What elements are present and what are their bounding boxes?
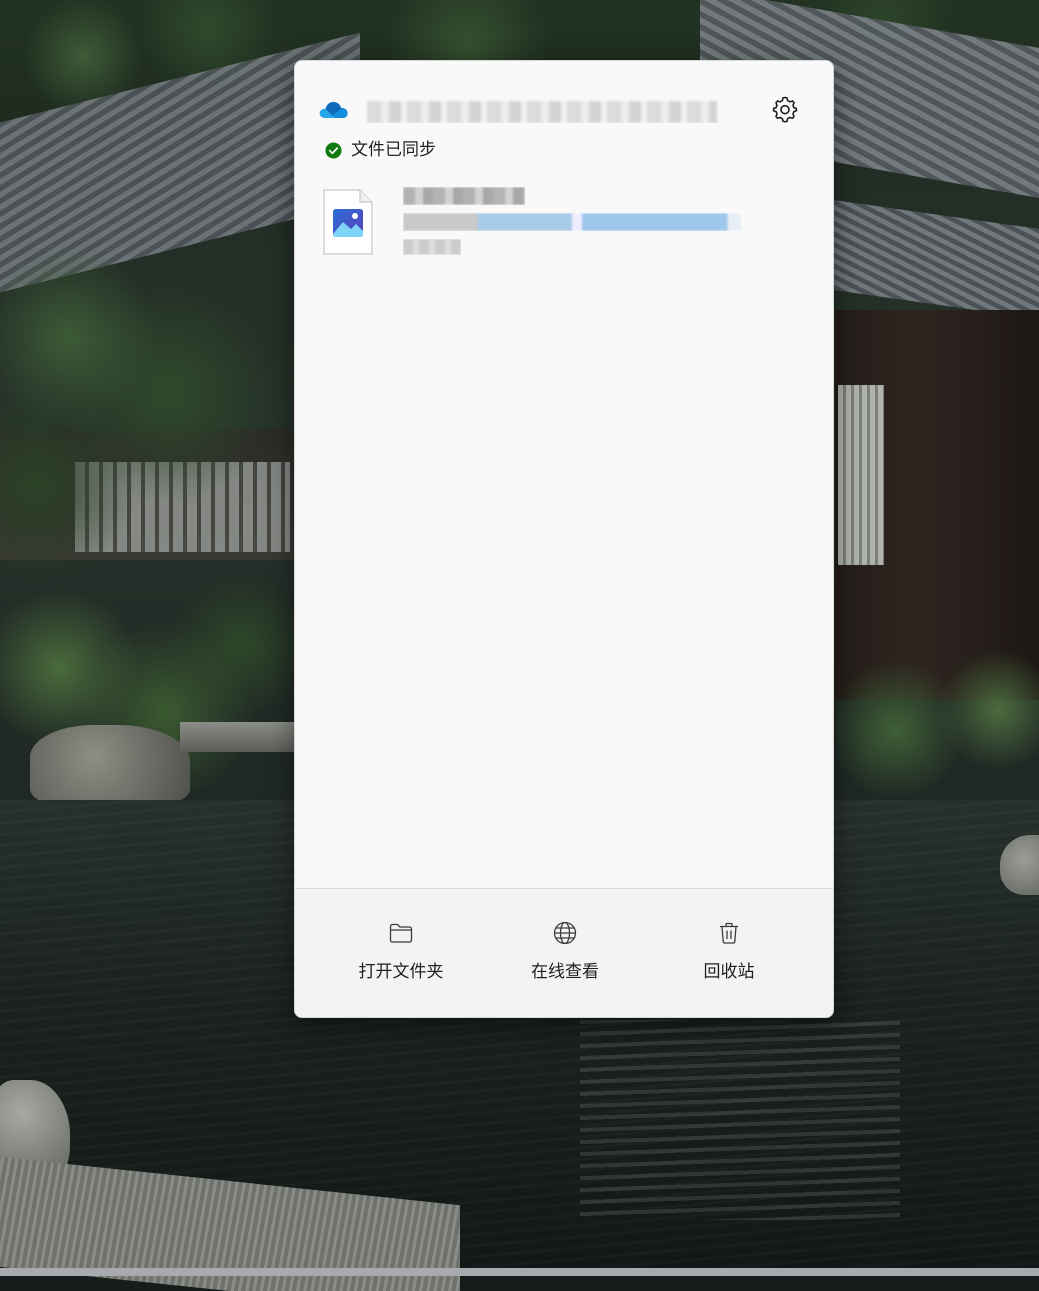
trash-icon: [720, 922, 738, 944]
view-online-button[interactable]: 在线查看: [490, 889, 640, 1017]
flyout-header: 文件已同步: [295, 61, 833, 171]
settings-button[interactable]: [767, 91, 803, 127]
wallpaper-reflection: [580, 1020, 900, 1220]
sync-status-text: 文件已同步: [351, 140, 436, 160]
open-folder-button[interactable]: 打开文件夹: [326, 889, 476, 1017]
wallpaper-roof-right-lower: [820, 198, 1039, 322]
flyout-footer: 打开文件夹 在线查看 回收站: [295, 888, 833, 1017]
image-file-icon: [323, 189, 373, 255]
onedrive-cloud-icon: [319, 101, 348, 118]
wallpaper-stone-ledge: [180, 722, 295, 752]
view-online-label: 在线查看: [531, 962, 599, 982]
globe-icon: [553, 921, 577, 945]
file-time: [403, 239, 461, 255]
sync-status: 文件已同步: [325, 139, 436, 161]
wallpaper-window-right: [838, 385, 884, 565]
recent-file-item[interactable]: [311, 181, 819, 261]
recycle-bin-label: 回收站: [703, 962, 755, 982]
account-name: [361, 99, 721, 123]
file-name: [403, 187, 525, 205]
file-location[interactable]: [403, 213, 741, 231]
recycle-bin-button[interactable]: 回收站: [654, 889, 804, 1017]
onedrive-flyout: 文件已同步 打开文件夹 在线查看 回收站: [294, 60, 834, 1018]
wallpaper-right-bushes: [835, 610, 1039, 810]
gear-icon: [772, 96, 798, 123]
wallpaper-tree: [0, 230, 300, 590]
check-circle-icon: [325, 141, 342, 159]
open-folder-label: 打开文件夹: [358, 962, 444, 982]
taskbar-edge: [0, 1268, 1039, 1276]
folder-icon: [389, 923, 413, 943]
wallpaper-rock: [30, 725, 190, 805]
